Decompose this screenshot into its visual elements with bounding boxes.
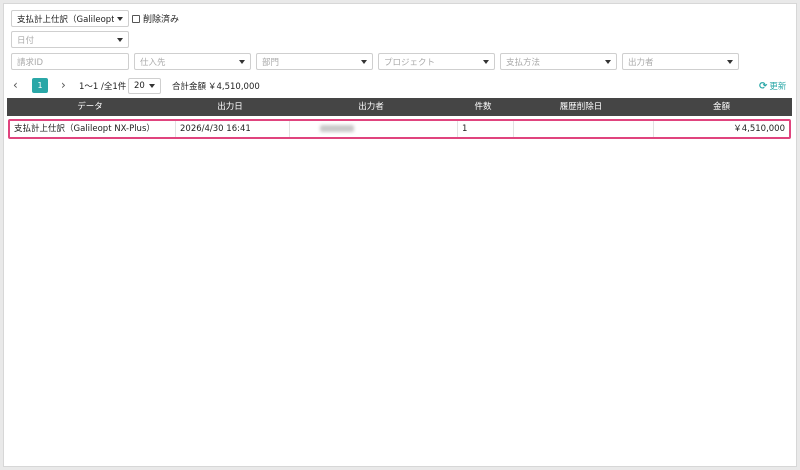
chevron-down-icon — [361, 59, 367, 64]
refresh-icon: ⟳ — [759, 80, 768, 92]
department-placeholder: 部門 — [262, 57, 280, 68]
cell-history-deleted-date — [514, 121, 654, 137]
show-deleted-checkbox[interactable] — [132, 14, 140, 23]
prev-page-icon[interactable]: ‹ — [13, 78, 18, 92]
project-placeholder: プロジェクト — [384, 57, 436, 68]
next-page-icon[interactable]: › — [61, 78, 66, 92]
invoice-id-placeholder: 請求ID — [17, 57, 44, 68]
table-header: データ 出力日 出力者 件数 履歴削除日 金額 — [7, 98, 792, 116]
cell-amount: ￥4,510,000 — [733, 124, 785, 134]
chevron-down-icon — [149, 84, 155, 88]
supplier-placeholder: 仕入先 — [140, 57, 166, 68]
redacted-name — [320, 125, 354, 132]
chevron-down-icon — [117, 37, 123, 42]
total-amount-value: ￥4,510,000 — [208, 82, 260, 92]
page-button-1[interactable]: 1 — [32, 78, 48, 93]
refresh-button[interactable]: ⟳ 更新 — [759, 80, 787, 93]
column-header-amount[interactable]: 金額 — [651, 98, 792, 116]
chevron-down-icon — [117, 16, 123, 21]
project-select[interactable]: プロジェクト — [378, 53, 495, 70]
output-by-select[interactable]: 出力者 — [622, 53, 739, 70]
payment-method-select[interactable]: 支払方法 — [500, 53, 617, 70]
date-select[interactable]: 日付 — [11, 31, 129, 48]
page-range-text: 1〜1 /全1件 — [79, 82, 127, 92]
report-type-value: 支払計上仕訳（Galileopt NX-Plus） — [17, 14, 114, 25]
app-frame — [3, 3, 797, 467]
chevron-down-icon — [239, 59, 245, 64]
chevron-down-icon — [483, 59, 489, 64]
supplier-select[interactable]: 仕入先 — [134, 53, 251, 70]
refresh-label: 更新 — [769, 82, 787, 92]
show-deleted-label: 削除済み — [143, 15, 180, 25]
cell-output-date: 2026/4/30 16:41 — [176, 121, 290, 137]
report-type-select[interactable]: 支払計上仕訳（Galileopt NX-Plus） — [11, 10, 129, 27]
cell-data: 支払計上仕訳（Galileopt NX-Plus） — [10, 121, 176, 137]
table-row[interactable]: 支払計上仕訳（Galileopt NX-Plus） 2026/4/30 16:4… — [8, 119, 791, 139]
cell-count: 1 — [458, 121, 514, 137]
output-by-placeholder: 出力者 — [628, 57, 654, 68]
cell-output-by — [290, 121, 458, 137]
column-header-output-by[interactable]: 出力者 — [287, 98, 455, 116]
payment-method-placeholder: 支払方法 — [506, 57, 541, 68]
column-header-data[interactable]: データ — [7, 98, 173, 116]
invoice-id-input[interactable]: 請求ID — [11, 53, 129, 70]
department-select[interactable]: 部門 — [256, 53, 373, 70]
column-header-count[interactable]: 件数 — [455, 98, 511, 116]
page-size-select[interactable]: 20 — [128, 78, 161, 94]
total-amount-label: 合計金額 — [172, 82, 207, 92]
column-header-output-date[interactable]: 出力日 — [173, 98, 287, 116]
chevron-down-icon — [605, 59, 611, 64]
column-header-history-deleted-date[interactable]: 履歴削除日 — [511, 98, 651, 116]
page-size-value: 20 — [134, 81, 145, 91]
chevron-down-icon — [727, 59, 733, 64]
show-deleted-toggle[interactable]: 削除済み — [132, 12, 179, 25]
date-placeholder: 日付 — [17, 35, 35, 46]
